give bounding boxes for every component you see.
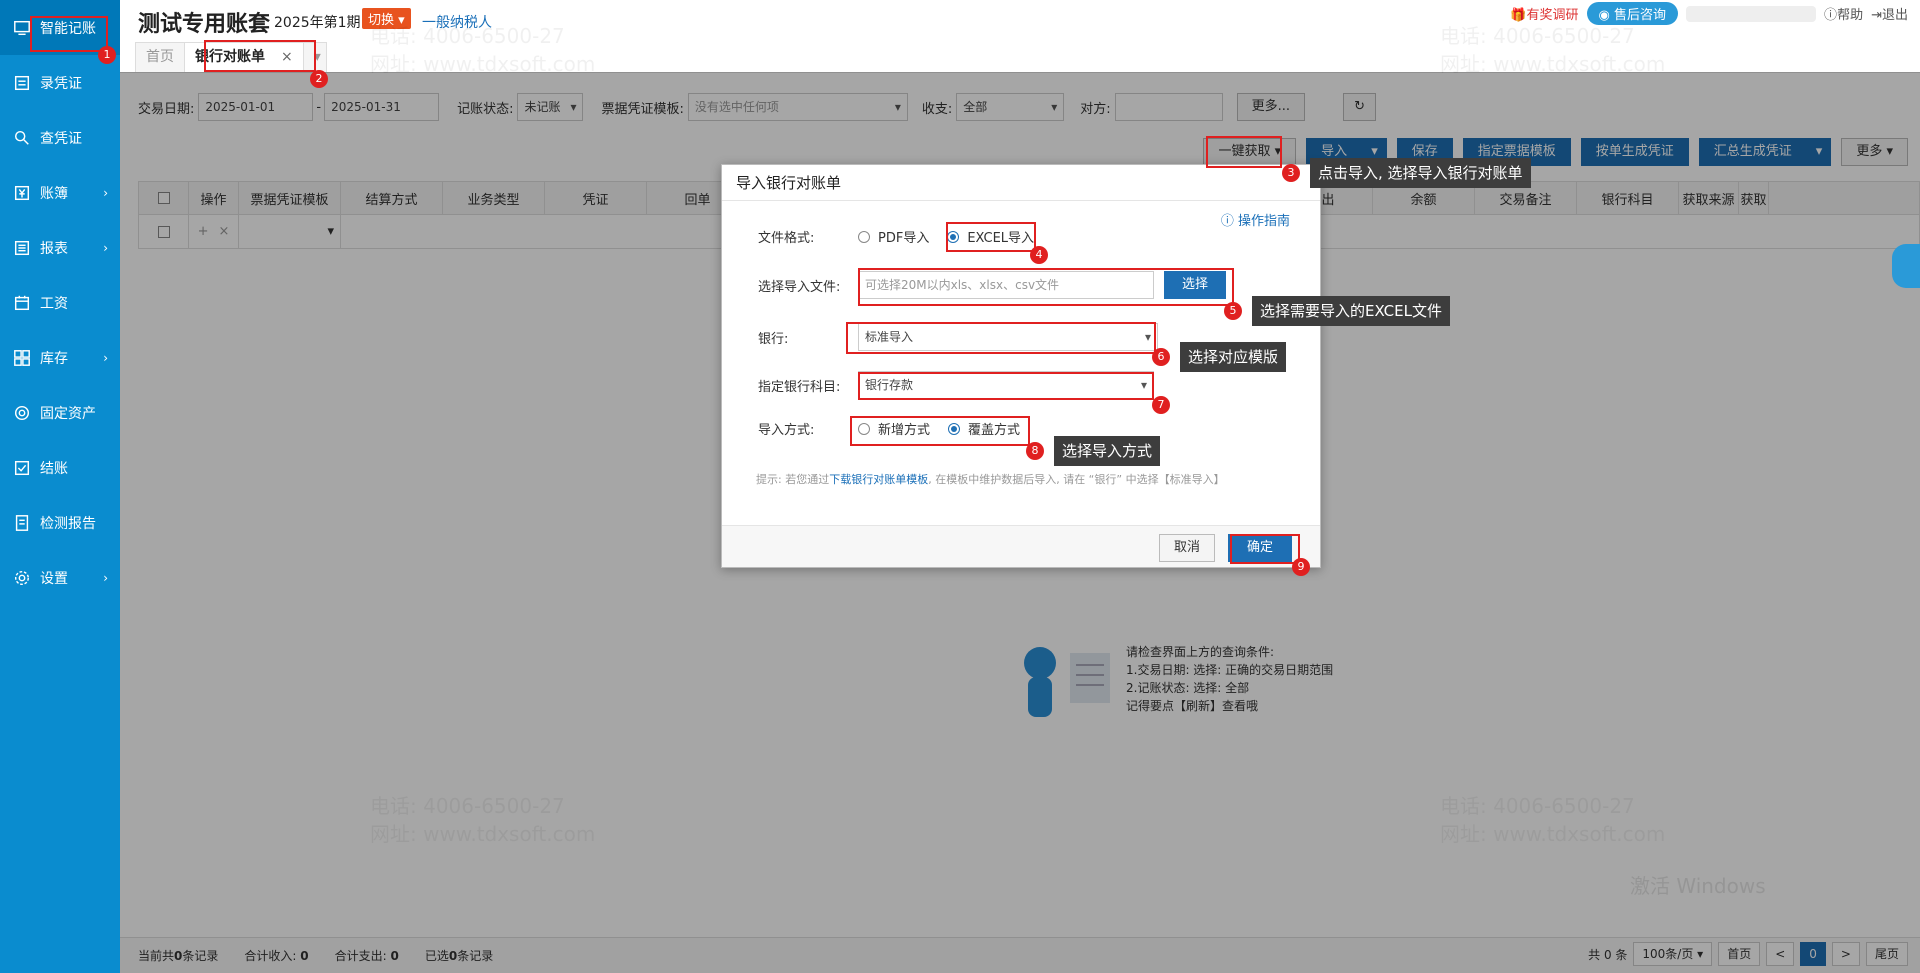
- annotation-callout: 点击导入, 选择导入银行对账单: [1310, 158, 1531, 188]
- bank-label: 银行:: [758, 331, 789, 347]
- reward-survey-link[interactable]: 🎁有奖调研: [1510, 4, 1578, 23]
- eye-icon: ◉: [1598, 8, 1610, 23]
- mode-label: 导入方式:: [758, 423, 815, 438]
- gear-icon: [12, 568, 32, 588]
- checkout-icon: [12, 458, 32, 478]
- format-label: 文件格式:: [758, 231, 815, 246]
- audit-report-icon: [12, 513, 32, 533]
- annotation-box: [30, 16, 108, 52]
- header-right: 🎁有奖调研 ◉ 售后咨询 ⓘ帮助 ⇥退出: [1510, 2, 1908, 25]
- chevron-right-icon: ›: [103, 185, 108, 200]
- after-sales-button[interactable]: ◉ 售后咨询: [1586, 2, 1679, 25]
- help-label: 帮助: [1837, 8, 1864, 23]
- sidebar-item-label: 检测报告: [40, 515, 96, 532]
- help-icon: ⓘ: [1824, 8, 1838, 23]
- annotation-badge: 7: [1152, 396, 1170, 414]
- sidebar-item-label: 工资: [40, 295, 68, 312]
- sidebar-item-report[interactable]: 报表 ›: [0, 220, 120, 275]
- annotation-box: [850, 416, 1030, 446]
- sidebar-item-label: 设置: [40, 570, 68, 587]
- annotation-box: [946, 222, 1036, 252]
- annotation-badge: 2: [310, 70, 328, 88]
- sidebar-item-label: 录凭证: [40, 75, 82, 92]
- pdf-label: PDF导入: [878, 231, 930, 246]
- sidebar-item-label: 固定资产: [40, 405, 96, 422]
- annotation-box: [858, 268, 1234, 306]
- sidebar-item-voucher-query[interactable]: 查凭证: [0, 110, 120, 165]
- logout-link[interactable]: ⇥退出: [1871, 4, 1908, 23]
- chevron-right-icon: ›: [103, 240, 108, 255]
- user-info-blurred: [1686, 5, 1817, 22]
- period-label: 2025年第1期: [274, 15, 361, 31]
- download-template-link[interactable]: 下载银行对账单模板: [829, 473, 928, 486]
- annotation-callout: 选择对应模版: [1180, 342, 1287, 372]
- pdf-radio[interactable]: [858, 230, 870, 243]
- annotation-badge: 3: [1282, 164, 1300, 182]
- assistant-mascot-icon[interactable]: [1892, 244, 1920, 288]
- annotation-badge: 6: [1152, 348, 1170, 366]
- annotation-box: [1230, 534, 1300, 564]
- annotation-badge: 8: [1026, 442, 1044, 460]
- annotation-box: [846, 322, 1156, 354]
- sidebar-item-label: 报表: [40, 240, 68, 257]
- cancel-button[interactable]: 取消: [1158, 534, 1215, 562]
- sidebar-item-fixed-assets[interactable]: 固定资产: [0, 385, 120, 440]
- tip-suffix: , 在模板中维护数据后导入, 请在 “银行” 中选择【标准导入】: [928, 473, 1225, 486]
- account-label: 指定银行科目:: [758, 379, 841, 395]
- logout-label: 退出: [1881, 8, 1908, 23]
- sidebar-item-checkout[interactable]: 结账: [0, 440, 120, 495]
- annotation-badge: 4: [1030, 246, 1048, 264]
- dialog-title: 导入银行对账单: [722, 165, 1320, 201]
- guide-label: 操作指南: [1237, 214, 1290, 229]
- chevron-down-icon: ▾: [398, 13, 405, 28]
- annotation-badge: 5: [1224, 302, 1242, 320]
- sidebar-item-label: 查凭证: [40, 130, 82, 147]
- file-label: 选择导入文件:: [758, 279, 841, 295]
- chevron-right-icon: ›: [103, 570, 108, 585]
- sidebar-item-ledger[interactable]: 账簿 ›: [0, 165, 120, 220]
- switch-label: 切换: [368, 13, 395, 28]
- page-title: 测试专用账套: [138, 12, 271, 37]
- top-header: 测试专用账套 2025年第1期 切换 ▾ 一般纳税人 🎁有奖调研 ◉ 售后咨询 …: [120, 0, 1920, 38]
- annotation-box: [858, 372, 1154, 400]
- asset-icon: [12, 403, 32, 423]
- sidebar-item-label: 库存: [40, 350, 68, 367]
- import-tip: 提示: 若您通过下载银行对账单模板, 在模板中维护数据后导入, 请在 “银行” …: [756, 471, 1225, 487]
- sidebar-item-audit-report[interactable]: 检测报告: [0, 495, 120, 550]
- sidebar-item-salary[interactable]: 工资: [0, 275, 120, 330]
- sidebar-item-voucher-entry[interactable]: 录凭证: [0, 55, 120, 110]
- voucher-entry-icon: [12, 73, 32, 93]
- inventory-icon: [12, 348, 32, 368]
- logout-icon: ⇥: [1871, 8, 1882, 23]
- sidebar: 智能记账 录凭证 查凭证 账簿 › 报表 › 工资 库存 › 固定资产 结账 检…: [0, 0, 120, 973]
- taxpayer-type[interactable]: 一般纳税人: [422, 12, 492, 32]
- annotation-box: [1206, 136, 1282, 168]
- annotation-box: [204, 40, 316, 72]
- pdf-option[interactable]: PDF导入: [858, 227, 929, 246]
- help-icon: ⓘ: [1220, 214, 1234, 229]
- tab-home[interactable]: 首页: [135, 42, 185, 72]
- consult-label: 售后咨询: [1614, 8, 1667, 23]
- chevron-right-icon: ›: [103, 350, 108, 365]
- sidebar-item-label: 账簿: [40, 185, 68, 202]
- help-link[interactable]: ⓘ帮助: [1824, 4, 1863, 23]
- dashboard-icon: [12, 18, 32, 38]
- annotation-badge: 1: [98, 46, 116, 64]
- search-icon: [12, 128, 32, 148]
- ledger-icon: [12, 183, 32, 203]
- annotation-badge: 9: [1292, 558, 1310, 576]
- gift-icon: 🎁: [1510, 8, 1527, 23]
- tip-prefix: 提示: 若您通过: [756, 473, 830, 486]
- reward-label: 有奖调研: [1526, 8, 1579, 23]
- salary-icon: [12, 293, 32, 313]
- annotation-callout: 选择导入方式: [1054, 436, 1161, 466]
- sidebar-item-settings[interactable]: 设置 ›: [0, 550, 120, 605]
- report-icon: [12, 238, 32, 258]
- switch-button[interactable]: 切换 ▾: [362, 8, 411, 29]
- sidebar-item-label: 结账: [40, 460, 68, 477]
- annotation-callout: 选择需要导入的EXCEL文件: [1252, 296, 1450, 326]
- operation-guide-link[interactable]: ⓘ 操作指南: [1221, 210, 1290, 229]
- sidebar-item-inventory[interactable]: 库存 ›: [0, 330, 120, 385]
